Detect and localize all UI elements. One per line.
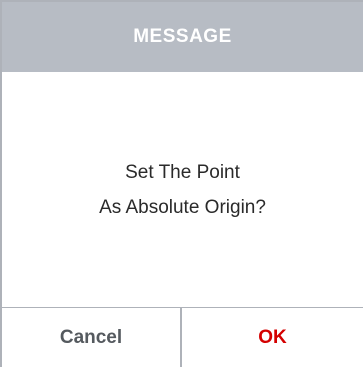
message-dialog: MESSAGE Set The Point As Absolute Origin… xyxy=(0,0,363,367)
dialog-header: MESSAGE xyxy=(2,2,363,72)
message-line-2: As Absolute Origin? xyxy=(99,196,266,218)
dialog-footer: Cancel OK xyxy=(2,307,363,367)
message-line-1: Set The Point xyxy=(125,161,240,183)
dialog-title: MESSAGE xyxy=(133,26,232,47)
dialog-body: Set The Point As Absolute Origin? xyxy=(2,72,363,307)
cancel-button[interactable]: Cancel xyxy=(2,308,182,367)
ok-button[interactable]: OK xyxy=(182,308,363,367)
